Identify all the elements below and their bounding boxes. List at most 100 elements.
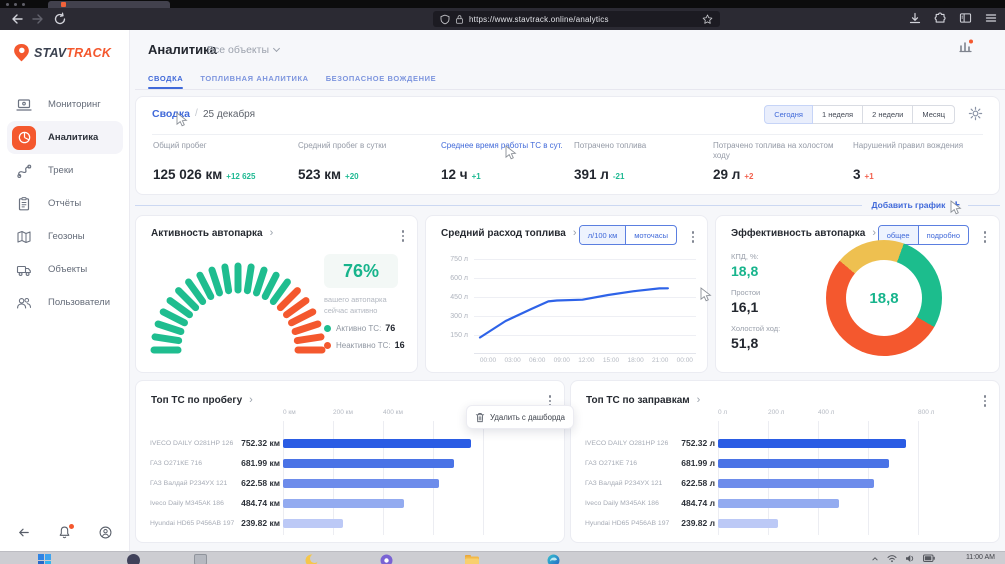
gauge-segment [225,267,229,291]
card-menu-button[interactable] [400,228,407,244]
efficiency-donut-chart: 18,8 [826,240,942,356]
window-controls[interactable] [6,3,25,6]
extensions-icon[interactable] [934,12,946,24]
range-1week-button[interactable]: 1 неделя [812,105,863,124]
gauge-segment [295,324,318,332]
activity-gauge [148,252,328,356]
x-tick-label: 18:00 [627,357,643,364]
app-logo[interactable]: STAVTRACK [12,43,111,63]
tracking-protection-icon[interactable] [440,14,450,25]
collapse-sidebar-button[interactable] [16,525,32,541]
card-title[interactable]: Эффективность автопарка [731,228,865,239]
vehicle-name: ГАЗ О271КЕ 716 [585,460,669,467]
tab-fuel-analytics[interactable]: ТОПЛИВНАЯ АНАЛИТИКА [200,68,308,89]
back-button[interactable] [10,12,24,26]
activity-caption: вашего автопарка сейчас активно [324,295,404,316]
taskbar-search-icon[interactable] [127,554,140,564]
legend-inactive: Неактивно ТС: 16 [324,340,410,350]
bookmark-star-icon[interactable] [702,14,713,25]
objects-filter-dropdown[interactable]: Все объекты [207,44,279,56]
x-tick-label: 21:00 [652,357,668,364]
axis-tick-label: 200 км [333,409,353,416]
summary-title-link[interactable]: Сводка [152,108,190,120]
volume-icon[interactable] [905,554,915,563]
metric-driving-violations: Нарушений правил вождения 3+1 [853,141,985,151]
toggle-l-per-100km[interactable]: л/100 км [580,226,626,244]
card-title[interactable]: Топ ТС по пробегу [151,395,242,406]
sidebar-item-analytics[interactable]: Аналитика [7,121,123,154]
dashboard-alerts-icon[interactable] [958,38,974,54]
x-tick-label: 06:00 [529,357,545,364]
table-row: IVECO DAILY О281НР 126752.32 л [585,433,987,453]
chevron-right-icon: › [872,227,876,239]
sidebar-item-objects[interactable]: Объекты [7,253,123,286]
fuel-line-chart [474,259,696,354]
metric-value: 523 км [298,167,341,182]
card-menu-button[interactable] [690,229,697,245]
top-mileage-card: Топ ТС по пробегу› 0 км200 км400 км IVEC… [135,380,565,543]
card-title[interactable]: Средний расход топлива [441,228,566,239]
browser-tab-strip [0,0,1005,8]
remove-from-dashboard-item[interactable]: Удалить с дашборда [490,413,565,422]
sidebar-item-geozones[interactable]: Геозоны [7,220,123,253]
y-tick-label: 150 л [450,332,468,339]
card-menu-button[interactable] [982,393,989,409]
tray-chevron-up-icon[interactable] [871,555,879,563]
vehicle-name: Iveco Daily М345АК 186 [150,500,234,507]
forward-button[interactable] [31,12,45,26]
sidebar-footer [0,525,130,541]
refresh-button[interactable] [53,12,67,26]
taskbar-file-explorer-icon[interactable] [465,554,479,564]
card-menu-button[interactable] [982,229,989,245]
taskbar-purple-app-icon[interactable] [380,554,393,564]
vehicle-name: ГАЗ О271КЕ 716 [150,460,234,467]
sidebar-item-label: Мониторинг [48,99,101,110]
profile-icon[interactable] [98,525,114,541]
legend-value: 76 [385,323,395,333]
stat-value: 16,1 [731,299,780,315]
add-chart-link[interactable]: Добавить график [872,200,946,210]
gauge-segment [212,270,220,293]
address-bar[interactable]: https://www.stavtrack.online/analytics [433,11,720,27]
browser-tab[interactable] [48,1,170,8]
menu-icon[interactable] [985,12,997,24]
settings-gear-icon[interactable] [968,106,983,121]
tabs-divider [135,89,1005,90]
toggle-engine-hours[interactable]: моточасы [625,226,676,244]
gauge-segment [163,312,184,323]
metric-idle-fuel: Потрачено топлива на холостом ходу 29 л+… [713,141,845,162]
downloads-icon[interactable] [909,12,921,24]
logo-text-stav: STAV [34,46,66,60]
card-title[interactable]: Активность автопарка [151,228,263,239]
sidebar-item-tracks[interactable]: Треки [7,154,123,187]
mileage-bar [283,479,439,488]
table-row: ГАЗ Валдай Р234УХ 121622.58 км [150,473,552,493]
sidebar-panel-icon[interactable] [959,12,972,24]
notifications-bell-icon[interactable] [57,525,73,541]
range-today-button[interactable]: Сегодня [764,105,813,124]
tab-safe-driving[interactable]: БЕЗОПАСНОЕ ВОЖДЕНИЕ [326,68,437,89]
sidebar-item-users[interactable]: Пользователи [7,286,123,319]
tab-summary[interactable]: СВОДКА [148,68,183,89]
card-title[interactable]: Топ ТС по заправкам [586,395,690,406]
metric-value: 125 026 км [153,167,222,182]
taskbar-edge-browser-icon[interactable] [547,554,560,564]
battery-icon[interactable] [923,554,935,563]
mileage-bar [283,439,471,448]
range-2weeks-button[interactable]: 2 недели [862,105,913,124]
range-month-button[interactable]: Месяц [912,105,955,124]
taskbar-crescent-app-icon[interactable] [305,554,318,564]
url-text[interactable]: https://www.stavtrack.online/analytics [469,15,697,24]
activity-stats: 76% вашего автопарка сейчас активно Акти… [324,254,410,350]
metric-delta: +20 [345,172,359,181]
wifi-icon[interactable] [887,554,897,563]
add-chart-plus-button[interactable]: + [952,200,960,210]
sidebar-item-reports[interactable]: Отчёты [7,187,123,220]
windows-start-button[interactable] [38,554,51,564]
lock-icon[interactable] [455,14,464,25]
taskbar-clock[interactable]: 11:00 AM [966,554,995,561]
vehicle-name: Hyundai HD65 Р456АВ 197 [150,520,234,527]
sidebar-item-monitoring[interactable]: Мониторинг [7,88,123,121]
taskbar-app-window-icon[interactable] [194,554,207,564]
gauge-segment [247,267,251,291]
